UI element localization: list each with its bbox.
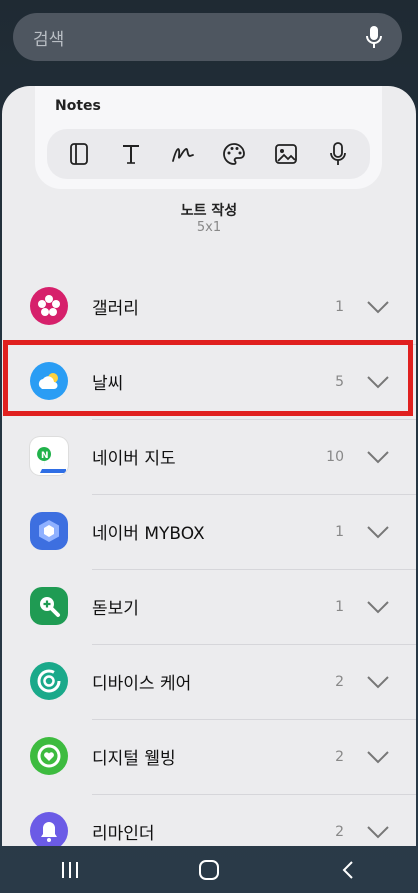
image-icon[interactable] bbox=[266, 134, 306, 174]
mic-icon[interactable] bbox=[318, 134, 358, 174]
recents-button[interactable] bbox=[40, 850, 100, 890]
app-name: 돋보기 bbox=[92, 599, 139, 619]
search-input[interactable]: 검색 bbox=[33, 25, 362, 50]
search-bar[interactable]: 검색 bbox=[13, 13, 402, 61]
chevron-down-icon[interactable] bbox=[366, 675, 390, 689]
magnifier-icon bbox=[30, 587, 68, 625]
naver-mybox-icon bbox=[30, 512, 68, 550]
naver-map-icon: N bbox=[30, 437, 68, 475]
device-care-icon bbox=[30, 662, 68, 700]
widget-count: 1 bbox=[335, 598, 344, 615]
list-item-digital-wellbeing[interactable]: 디지털 웰빙 2 bbox=[2, 719, 416, 794]
widget-count: 10 bbox=[326, 448, 344, 465]
notebook-icon[interactable] bbox=[59, 134, 99, 174]
navigation-bar bbox=[0, 846, 418, 893]
app-name: 디바이스 케어 bbox=[92, 674, 192, 694]
back-button[interactable] bbox=[318, 850, 378, 890]
list-item-magnifier[interactable]: 돋보기 1 bbox=[2, 569, 416, 644]
gallery-icon bbox=[30, 287, 68, 325]
widget-count: 2 bbox=[335, 673, 344, 690]
app-name: 네이버 지도 bbox=[92, 449, 176, 469]
chevron-down-icon[interactable] bbox=[366, 825, 390, 839]
widget-count: 2 bbox=[335, 748, 344, 765]
pen-icon[interactable] bbox=[163, 134, 203, 174]
list-item-naver-map[interactable]: N 네이버 지도 10 bbox=[2, 419, 416, 494]
text-icon[interactable] bbox=[111, 134, 151, 174]
app-name: 디지털 웰빙 bbox=[92, 749, 176, 769]
list-item-naver-mybox[interactable]: 네이버 MYBOX 1 bbox=[2, 494, 416, 569]
chevron-down-icon[interactable] bbox=[366, 450, 390, 464]
reminder-icon bbox=[30, 812, 68, 846]
mic-icon[interactable] bbox=[362, 23, 386, 51]
notes-toolbar bbox=[47, 129, 370, 179]
widget-title: Notes bbox=[55, 98, 101, 114]
svg-text:N: N bbox=[41, 451, 49, 461]
widget-count: 1 bbox=[335, 298, 344, 315]
chevron-down-icon[interactable] bbox=[366, 750, 390, 764]
widget-sheet: Notes 노트 작성 5x1 갤러리 1 날씨 5 N 네이버 지도 10 네… bbox=[2, 86, 416, 846]
app-name: 갤러리 bbox=[92, 299, 139, 319]
chevron-down-icon[interactable] bbox=[366, 300, 390, 314]
palette-icon[interactable] bbox=[214, 134, 254, 174]
digital-wellbeing-icon bbox=[30, 737, 68, 775]
list-item-reminder[interactable]: 리마인더 2 bbox=[2, 794, 416, 846]
notes-widget-preview[interactable]: Notes bbox=[35, 86, 382, 189]
chevron-down-icon[interactable] bbox=[366, 600, 390, 614]
list-item-gallery[interactable]: 갤러리 1 bbox=[2, 269, 416, 344]
app-name: 네이버 MYBOX bbox=[92, 524, 205, 544]
chevron-down-icon[interactable] bbox=[366, 525, 390, 539]
list-item-device-care[interactable]: 디바이스 케어 2 bbox=[2, 644, 416, 719]
widget-count: 2 bbox=[335, 823, 344, 840]
highlight-box bbox=[3, 340, 413, 416]
home-button[interactable] bbox=[179, 850, 239, 890]
widget-name: 노트 작성 bbox=[180, 203, 238, 219]
widget-size: 5x1 bbox=[196, 220, 222, 235]
app-name: 리마인더 bbox=[92, 824, 155, 844]
widget-count: 1 bbox=[335, 523, 344, 540]
